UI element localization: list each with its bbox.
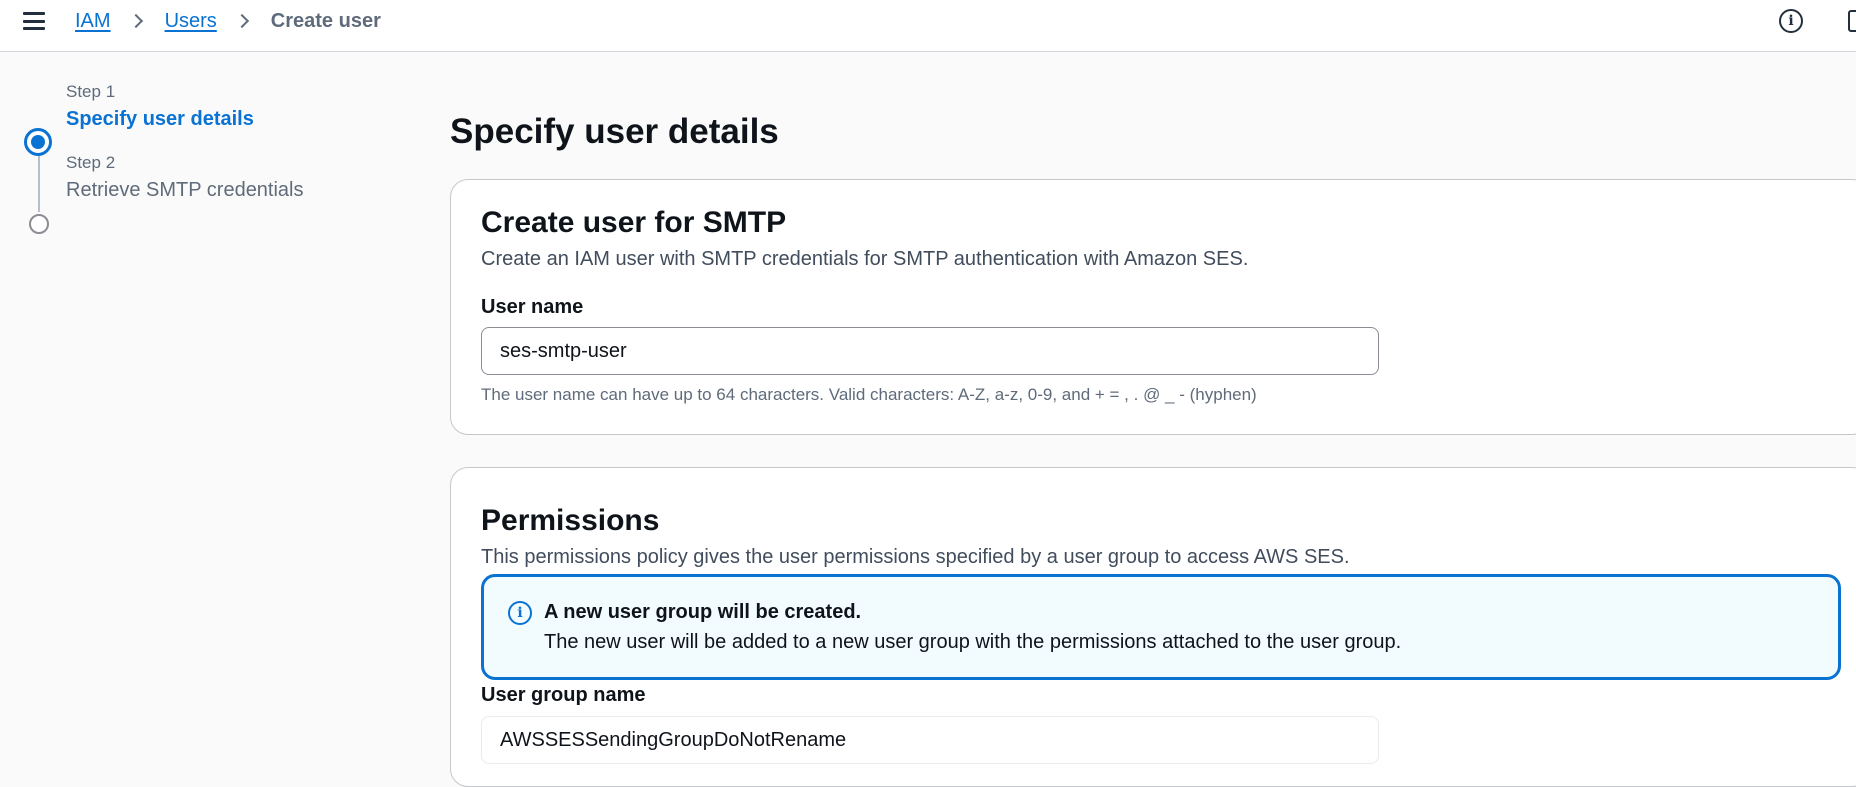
page-title: Specify user details [450, 112, 779, 151]
breadcrumb-current: Create user [270, 9, 381, 32]
step-2-title: Retrieve SMTP credentials [66, 179, 304, 201]
step-1-title[interactable]: Specify user details [66, 108, 254, 131]
hamburger-menu-icon[interactable] [22, 10, 46, 32]
user-group-name-label: User group name [481, 684, 646, 706]
step-2-label: Step 2 [66, 153, 116, 172]
permissions-description: This permissions policy gives the user p… [481, 546, 1350, 568]
card-title-create-user-smtp: Create user for SMTP [481, 206, 787, 239]
user-name-label: User name [481, 296, 584, 318]
step-1-active-indicator-icon [24, 128, 52, 156]
top-navigation-bar: IAM Users Create user i [0, 0, 1856, 52]
info-circle-icon: i [508, 601, 532, 625]
breadcrumb-link-users[interactable]: Users [165, 10, 217, 33]
card-description-smtp: Create an IAM user with SMTP credentials… [481, 248, 1249, 270]
chevron-right-icon [128, 13, 143, 29]
breadcrumb-link-iam[interactable]: IAM [75, 10, 111, 33]
card-title-permissions: Permissions [481, 504, 660, 537]
info-alert: i A new user group will be created. The … [481, 574, 1841, 680]
panel-toggle-icon[interactable] [1848, 10, 1856, 32]
alert-text: The new user will be added to a new user… [544, 631, 1402, 653]
info-icon[interactable]: i [1779, 9, 1803, 33]
permissions-card: Permissions This permissions policy give… [450, 467, 1856, 787]
chevron-right-icon [234, 13, 249, 29]
user-group-name-input [481, 716, 1379, 764]
alert-title: A new user group will be created. [544, 601, 862, 623]
step-2-inactive-indicator-icon [29, 214, 49, 234]
step-connector-line [38, 156, 40, 212]
user-name-input[interactable] [481, 327, 1379, 375]
user-name-hint: The user name can have up to 64 characte… [481, 385, 1257, 404]
step-1-label: Step 1 [66, 82, 116, 101]
breadcrumb: IAM Users Create user [75, 8, 381, 34]
create-user-smtp-card: Create user for SMTP Create an IAM user … [450, 179, 1856, 435]
